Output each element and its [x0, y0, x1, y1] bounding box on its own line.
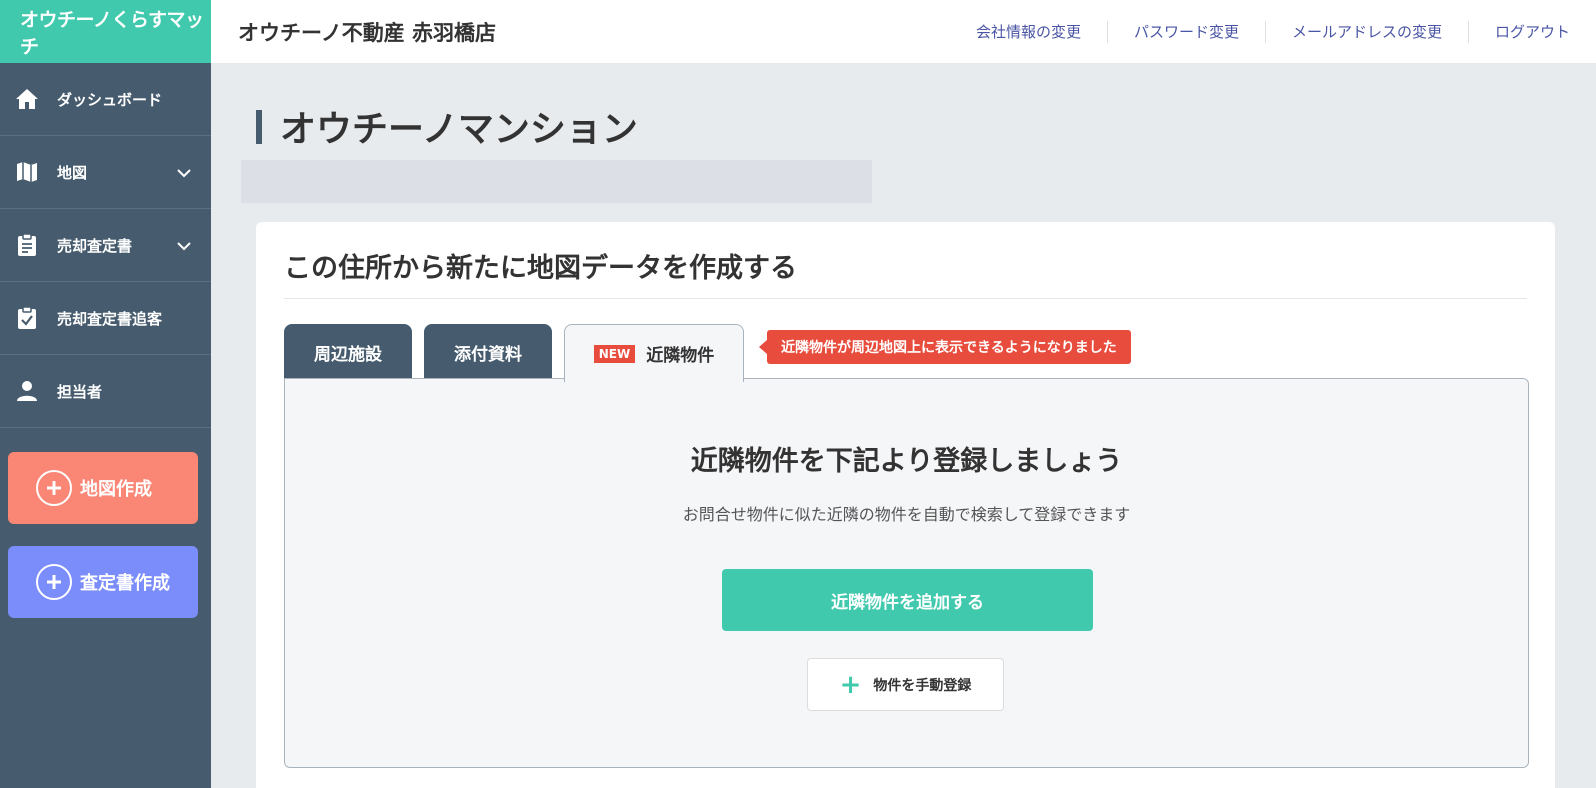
clipboard-check-icon	[14, 305, 40, 331]
card-title: この住所から新たに地図データを作成する	[284, 253, 797, 284]
create-map-button[interactable]: 地図作成	[8, 452, 198, 524]
sidebar-item-staff[interactable]: 担当者	[0, 355, 211, 428]
top-header: オウチーノ不動産 赤羽橋店 会社情報の変更 パスワード変更 メールアドレスの変更…	[211, 0, 1596, 63]
sidebar-item-label: 売却査定書	[57, 236, 133, 255]
tab-nearby-properties[interactable]: NEW 近隣物件	[564, 324, 744, 382]
add-nearby-properties-button[interactable]: 近隣物件を追加する	[722, 569, 1093, 631]
nearby-properties-panel: 近隣物件を下記より登録しましょう お問合せ物件に似た近隣の物件を自動で検索して登…	[284, 378, 1529, 768]
clipboard-icon	[14, 232, 40, 258]
page-title: オウチーノマンション	[256, 100, 638, 152]
sidebar-item-label: 地図	[57, 163, 88, 182]
app-logo[interactable]: オウチーノくらすマッチ	[0, 0, 211, 63]
new-badge: NEW	[593, 344, 636, 363]
store-name: オウチーノ不動産 赤羽橋店	[238, 20, 497, 45]
sidebar-item-report-followup[interactable]: 売却査定書追客	[0, 282, 211, 355]
person-icon	[14, 378, 40, 404]
change-password-link[interactable]: パスワード変更	[1106, 20, 1265, 43]
map-icon	[14, 159, 40, 185]
tab-nearby-facilities[interactable]: 周辺施設	[284, 324, 412, 380]
sidebar-item-label: 担当者	[57, 382, 103, 401]
divider	[284, 298, 1527, 299]
tab-attachments[interactable]: 添付資料	[424, 324, 552, 380]
sidebar-item-sale-report[interactable]: 売却査定書	[0, 209, 211, 282]
sidebar: オウチーノくらすマッチ ダッシュボード 地図 売却査定書 売却査定書追客 担当者…	[0, 0, 211, 788]
logout-link[interactable]: ログアウト	[1467, 20, 1596, 43]
sidebar-item-dashboard[interactable]: ダッシュボード	[0, 63, 211, 136]
plus-circle-icon	[36, 470, 72, 506]
change-company-info-link[interactable]: 会社情報の変更	[950, 21, 1107, 43]
panel-heading: 近隣物件を下記より登録しましょう	[690, 446, 1123, 477]
sidebar-item-map[interactable]: 地図	[0, 136, 211, 209]
tab-label: 近隣物件	[646, 346, 715, 366]
plus-icon: +	[839, 669, 862, 700]
change-email-link[interactable]: メールアドレスの変更	[1264, 20, 1468, 43]
create-map-label: 地図作成	[80, 479, 152, 500]
create-report-button[interactable]: 査定書作成	[8, 546, 198, 618]
sidebar-item-label: 売却査定書追客	[57, 309, 163, 328]
new-feature-notice: 近隣物件が周辺地図上に表示できるようになりました	[759, 330, 1131, 364]
create-map-card: この住所から新たに地図データを作成する 周辺施設 添付資料 NEW 近隣物件 近…	[256, 222, 1555, 788]
sidebar-item-label: ダッシュボード	[57, 90, 163, 109]
home-icon	[14, 86, 40, 112]
address-placeholder-bar	[241, 160, 872, 203]
chevron-down-icon	[177, 237, 191, 255]
create-report-label: 査定書作成	[80, 573, 170, 594]
manual-register-button[interactable]: + 物件を手動登録	[807, 658, 1004, 711]
chevron-down-icon	[177, 164, 191, 182]
manual-register-label: 物件を手動登録	[873, 677, 972, 694]
header-links: 会社情報の変更 パスワード変更 メールアドレスの変更 ログアウト	[950, 0, 1596, 63]
panel-description: お問合せ物件に似た近隣の物件を自動で検索して登録できます	[682, 505, 1131, 524]
plus-circle-icon	[36, 564, 72, 600]
